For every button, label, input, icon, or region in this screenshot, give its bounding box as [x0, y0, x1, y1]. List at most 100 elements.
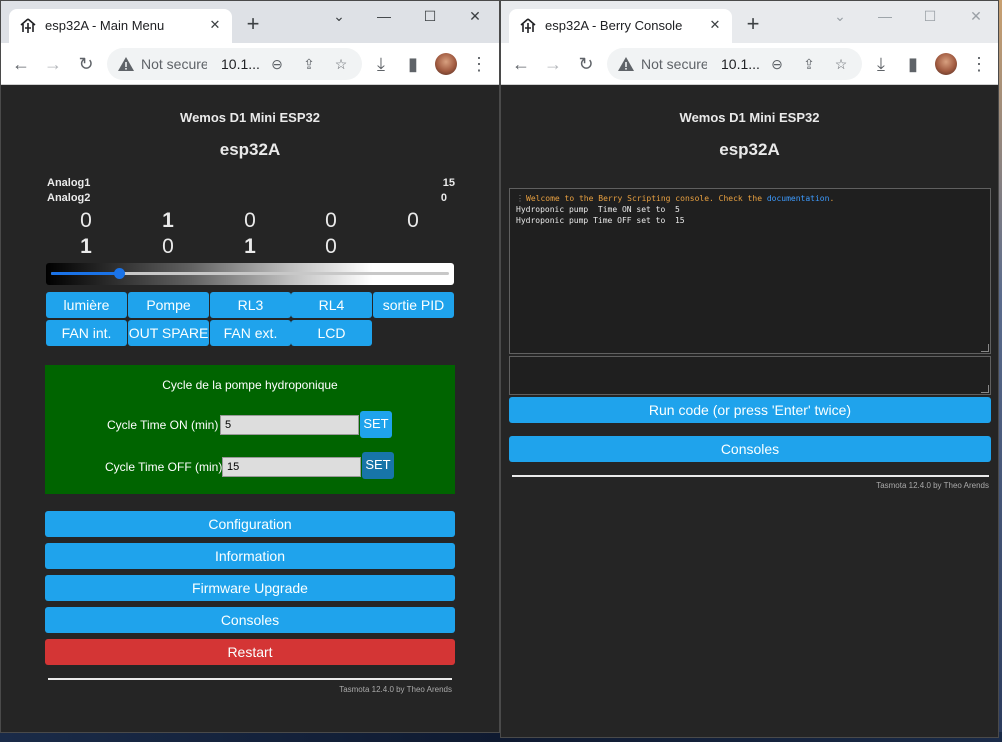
- footer-credit: Tasmota 12.4.0 by Theo Arends: [339, 685, 452, 694]
- close-tab-icon[interactable]: ✕: [706, 16, 724, 34]
- minimize-icon[interactable]: —: [870, 5, 900, 27]
- cycle-on-label: Cycle Time ON (min): [107, 418, 219, 432]
- avatar[interactable]: [435, 53, 457, 75]
- arrow-right-icon[interactable]: →: [41, 52, 65, 76]
- kebab-menu-icon[interactable]: ⋮: [967, 52, 991, 76]
- device-name: Wemos D1 Mini ESP32: [180, 110, 320, 125]
- console-input[interactable]: [509, 356, 991, 395]
- tasmota-main-page: Wemos D1 Mini ESP32 esp32A Analog1 15 An…: [1, 86, 499, 732]
- url-text: 10.1...: [721, 56, 760, 72]
- tab-search-icon[interactable]: ⌄: [324, 5, 354, 27]
- zoom-out-icon[interactable]: ⊖: [767, 54, 787, 74]
- star-icon[interactable]: ☆: [331, 54, 351, 74]
- run-code-button[interactable]: Run code (or press 'Enter' twice): [509, 397, 991, 423]
- side-panel-icon[interactable]: ▮: [401, 52, 425, 76]
- reload-icon[interactable]: ↻: [74, 52, 98, 76]
- arrow-left-icon[interactable]: ←: [509, 52, 533, 76]
- berry-console-page: Wemos D1 Mini ESP32 esp32A ⋮ Welcome to t…: [501, 86, 998, 737]
- console-marker: ⋮: [516, 194, 524, 203]
- relay-button-pompe[interactable]: Pompe: [128, 292, 209, 318]
- relay-button-rl4[interactable]: RL4: [291, 292, 372, 318]
- cycle-on-input[interactable]: [220, 415, 359, 435]
- sensor-value: 15: [442, 177, 455, 189]
- browser-toolbar: ← → ↻ Not secure 10.1... ⊖ ⇪ ☆ ⤓ ▮ ⋮: [501, 43, 998, 85]
- relay-button-out-spare[interactable]: OUT SPARE: [128, 320, 209, 346]
- reload-icon[interactable]: ↻: [574, 52, 598, 76]
- zoom-out-icon[interactable]: ⊖: [267, 54, 287, 74]
- relay-button-lumiere[interactable]: lumière: [46, 292, 127, 318]
- resize-handle[interactable]: [981, 385, 989, 393]
- device-name: Wemos D1 Mini ESP32: [679, 110, 820, 125]
- tab-search-icon[interactable]: ⌄: [825, 5, 855, 27]
- minimize-icon[interactable]: —: [369, 5, 399, 27]
- console-line: Hydroponic pump Time OFF set to 15: [516, 216, 685, 225]
- cycle-off-label: Cycle Time OFF (min): [105, 460, 223, 474]
- dimmer-slider[interactable]: [46, 263, 454, 285]
- browser-window-berry-console: esp32A - Berry Console ✕ + ⌄ — ☐ ✕ ← → ↻…: [500, 0, 999, 738]
- share-icon[interactable]: ⇪: [799, 54, 819, 74]
- console-welcome: ⋮ Welcome to the Berry Scripting console.…: [516, 193, 984, 204]
- tab-strip: esp32A - Main Menu ✕ + ⌄ — ☐ ✕: [1, 1, 499, 43]
- welcome-suffix: .: [829, 194, 835, 203]
- new-tab-icon[interactable]: +: [241, 13, 265, 37]
- maximize-icon[interactable]: ☐: [915, 5, 945, 27]
- relay-button-lcd[interactable]: LCD: [291, 320, 372, 346]
- url-text: 10.1...: [221, 56, 260, 72]
- divider: [512, 475, 989, 477]
- power-state: 1: [80, 235, 92, 258]
- tab-main-menu[interactable]: esp32A - Main Menu ✕: [9, 9, 232, 43]
- power-state: 0: [162, 235, 174, 258]
- console-line: Hydroponic pump Time ON set to 5: [516, 205, 680, 214]
- hostname: esp32A: [219, 140, 281, 159]
- download-icon[interactable]: ⤓: [369, 52, 393, 76]
- star-icon[interactable]: ☆: [831, 54, 851, 74]
- slider-thumb[interactable]: [114, 268, 125, 279]
- maximize-icon[interactable]: ☐: [415, 5, 445, 27]
- console-output[interactable]: ⋮ Welcome to the Berry Scripting console.…: [509, 188, 991, 354]
- relay-button-rl3[interactable]: RL3: [210, 292, 291, 318]
- pump-panel-title: Cycle de la pompe hydroponique: [162, 378, 338, 392]
- set-off-button[interactable]: SET: [362, 452, 394, 479]
- slider-track: [51, 268, 449, 279]
- relay-button-fan-int[interactable]: FAN int.: [46, 320, 127, 346]
- power-state: 1: [162, 209, 174, 232]
- close-tab-icon[interactable]: ✕: [206, 16, 224, 34]
- warning-triangle-icon: [618, 57, 634, 71]
- footer-credit: Tasmota 12.4.0 by Theo Arends: [876, 481, 989, 490]
- address-bar[interactable]: Not secure 10.1... ⊖ ⇪ ☆: [107, 48, 362, 80]
- configuration-button[interactable]: Configuration: [45, 511, 455, 537]
- set-on-button[interactable]: SET: [360, 411, 392, 438]
- consoles-button[interactable]: Consoles: [509, 436, 991, 462]
- hostname: esp32A: [719, 140, 780, 159]
- close-window-icon[interactable]: ✕: [460, 5, 490, 27]
- tasmota-icon: [20, 18, 36, 33]
- tab-title: esp32A - Main Menu: [45, 18, 165, 33]
- resize-handle[interactable]: [981, 344, 989, 352]
- restart-button[interactable]: Restart: [45, 639, 455, 665]
- firmware-upgrade-button[interactable]: Firmware Upgrade: [45, 575, 455, 601]
- tab-berry-console[interactable]: esp32A - Berry Console ✕: [509, 9, 732, 43]
- power-state: 0: [407, 209, 419, 232]
- not-secure-label: Not secure: [141, 56, 207, 72]
- tasmota-icon: [520, 18, 536, 33]
- arrow-right-icon[interactable]: →: [541, 52, 565, 76]
- cycle-off-input[interactable]: [222, 457, 361, 477]
- download-icon[interactable]: ⤓: [869, 52, 893, 76]
- information-button[interactable]: Information: [45, 543, 455, 569]
- documentation-link[interactable]: documentation: [767, 194, 830, 203]
- address-bar[interactable]: Not secure 10.1... ⊖ ⇪ ☆: [607, 48, 862, 80]
- side-panel-icon[interactable]: ▮: [901, 52, 925, 76]
- relay-button-sortie-pid[interactable]: sortie PID: [373, 292, 454, 318]
- share-icon[interactable]: ⇪: [299, 54, 319, 74]
- browser-window-main-menu: esp32A - Main Menu ✕ + ⌄ — ☐ ✕ ← → ↻ Not…: [0, 0, 500, 733]
- avatar[interactable]: [935, 53, 957, 75]
- not-secure-label: Not secure: [641, 56, 707, 72]
- tab-title: esp32A - Berry Console: [545, 18, 683, 33]
- arrow-left-icon[interactable]: ←: [9, 52, 33, 76]
- consoles-button[interactable]: Consoles: [45, 607, 455, 633]
- relay-button-fan-ext[interactable]: FAN ext.: [210, 320, 291, 346]
- close-window-icon[interactable]: ✕: [961, 5, 991, 27]
- power-state: 0: [244, 209, 256, 232]
- new-tab-icon[interactable]: +: [741, 13, 765, 37]
- kebab-menu-icon[interactable]: ⋮: [467, 52, 491, 76]
